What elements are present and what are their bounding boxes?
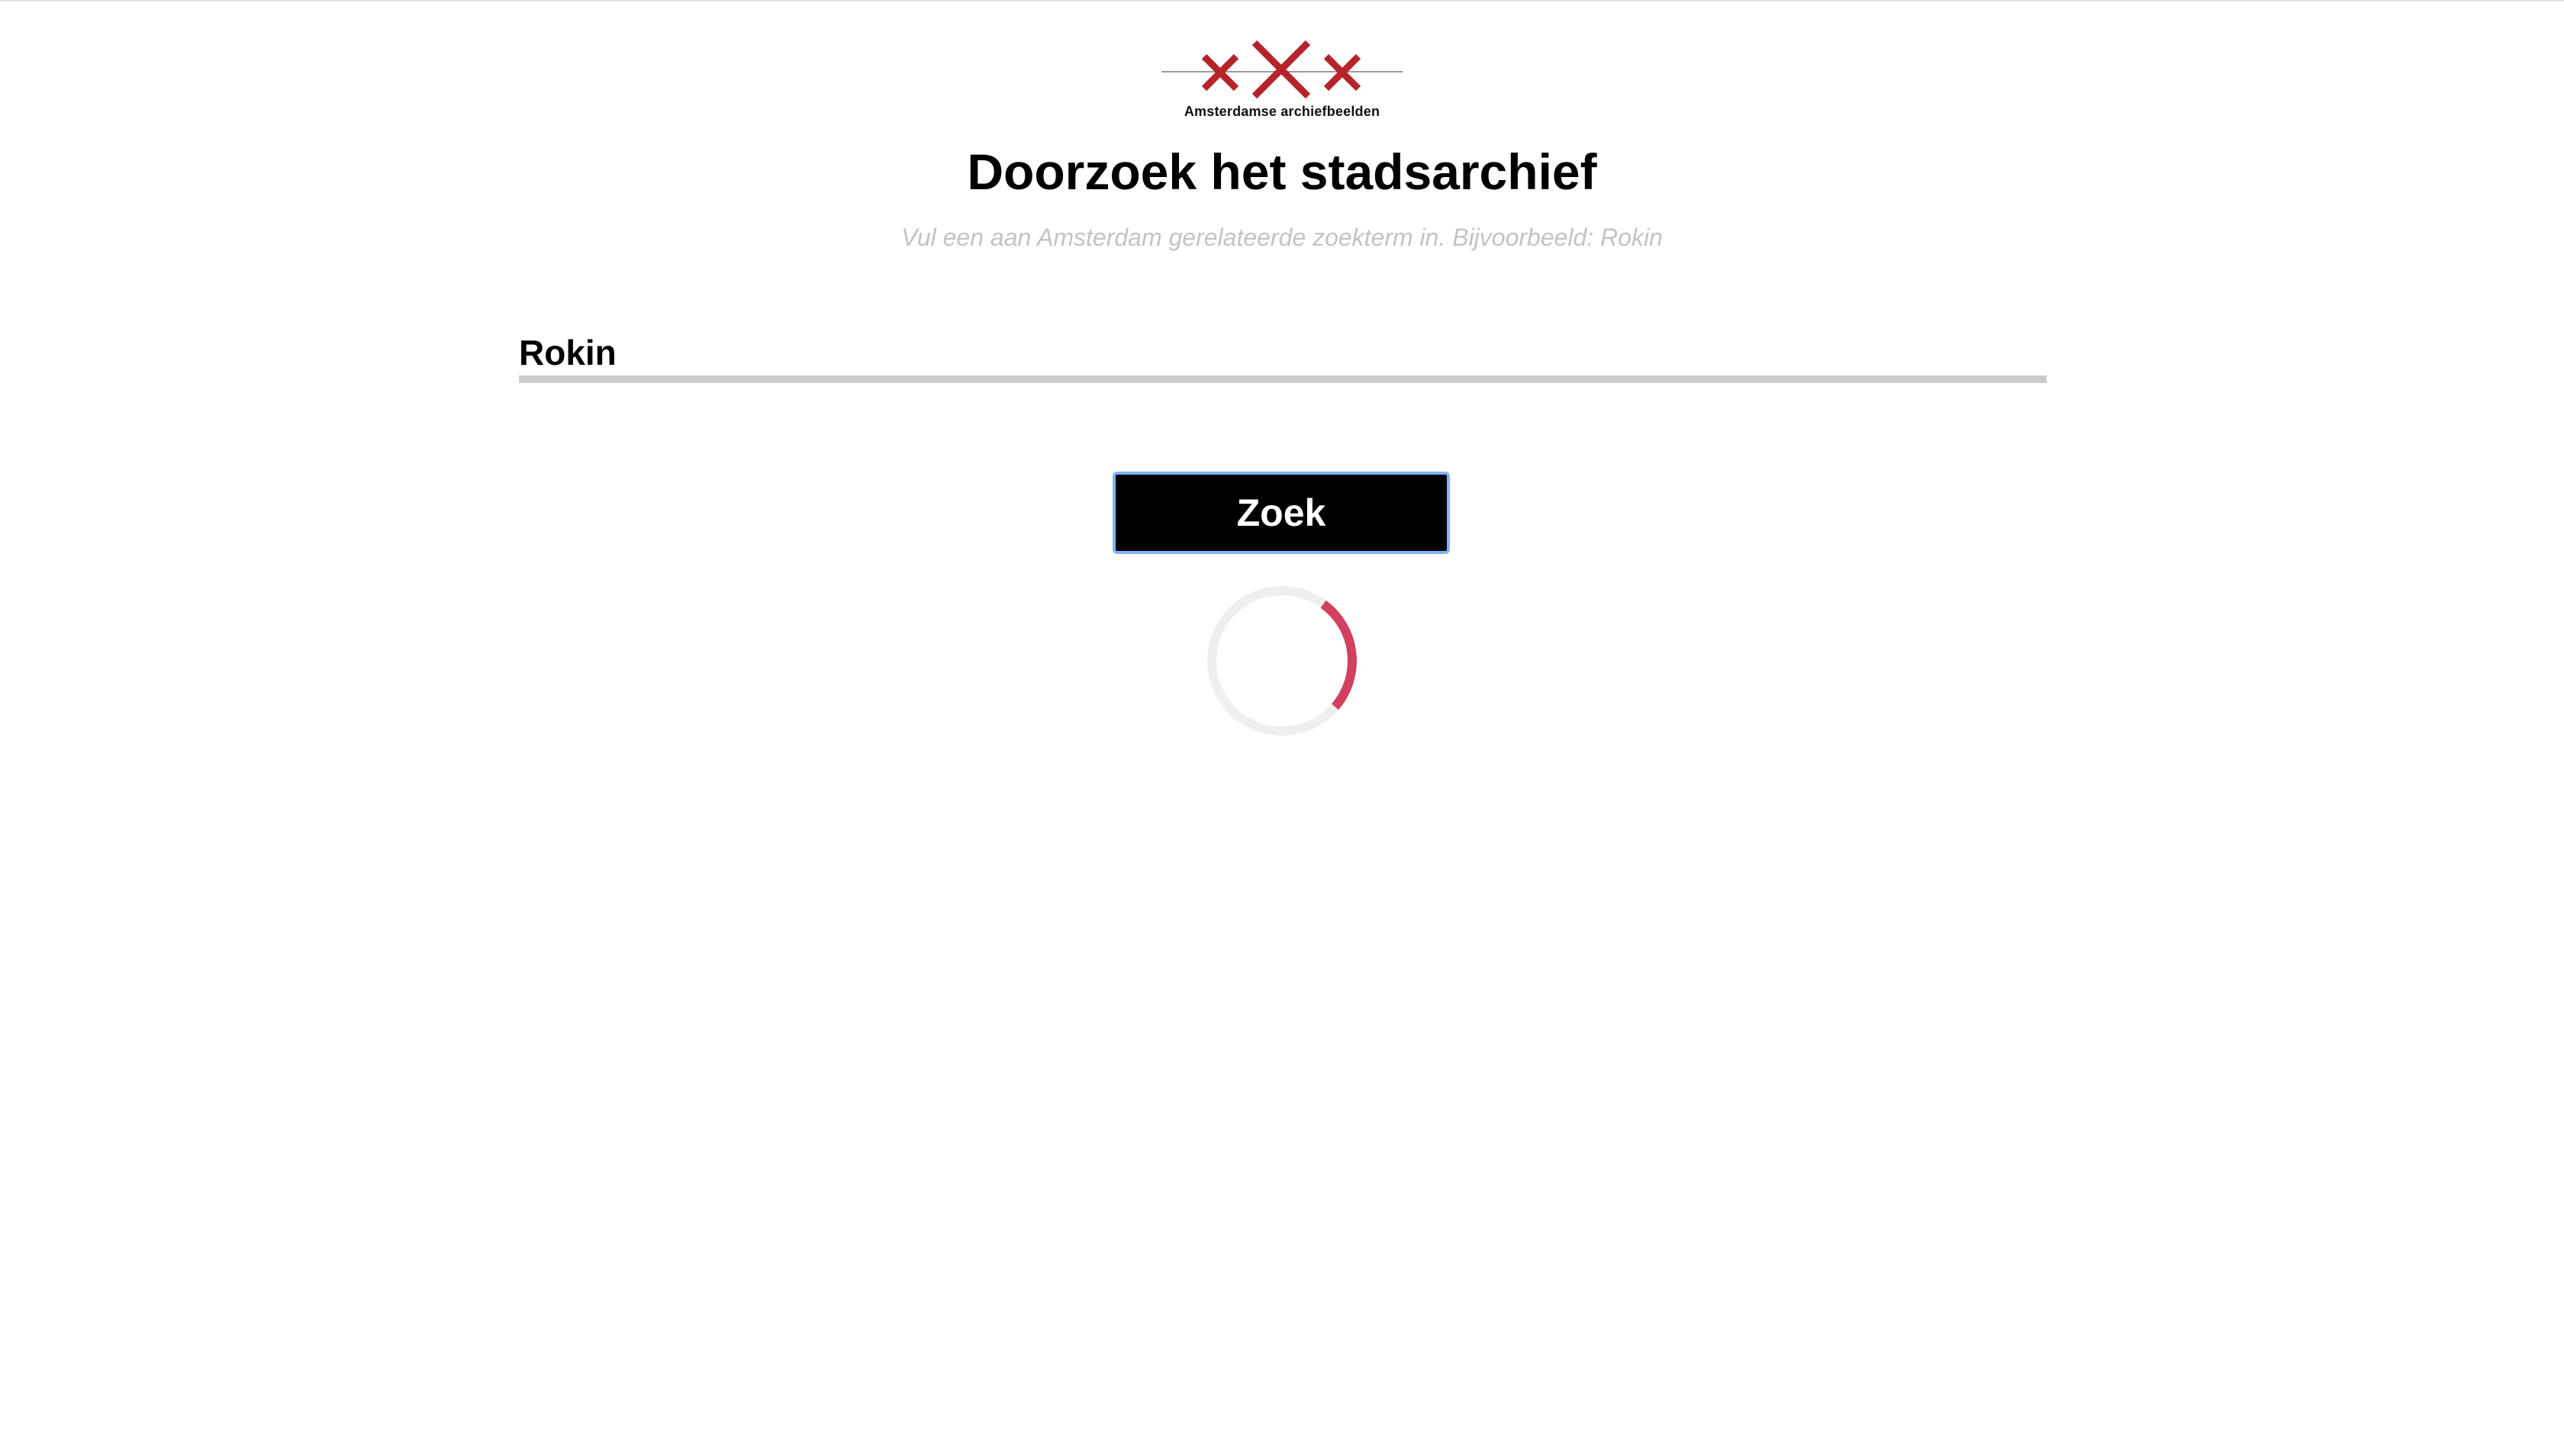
search-field bbox=[519, 325, 2047, 386]
loading-spinner-icon bbox=[1207, 586, 1357, 736]
page: Amsterdamse archiefbeelden Doorzoek het … bbox=[0, 0, 2564, 1456]
search-input[interactable] bbox=[519, 325, 2047, 380]
spinner-arc bbox=[1320, 600, 1357, 710]
page-subtitle: Vul een aan Amsterdam gerelateerde zoekt… bbox=[901, 224, 1663, 251]
search-underline bbox=[519, 375, 2047, 383]
amsterdam-crosses-logo-icon bbox=[1161, 40, 1403, 99]
logo: Amsterdamse archiefbeelden bbox=[1160, 35, 1404, 127]
search-button[interactable]: Zoek bbox=[1113, 472, 1450, 554]
page-title: Doorzoek het stadsarchief bbox=[967, 143, 1597, 200]
logo-text: Amsterdamse archiefbeelden bbox=[1184, 104, 1380, 119]
